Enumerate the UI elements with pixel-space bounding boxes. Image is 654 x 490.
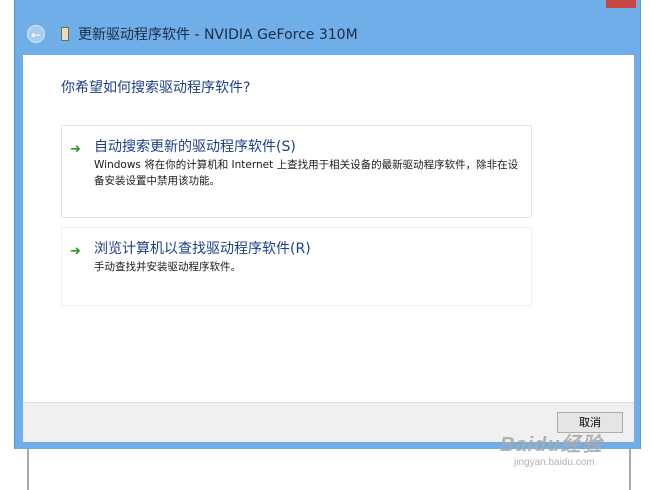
update-driver-dialog: ← 更新驱动程序软件 - NVIDIA GeForce 310M 你希望如何搜索… — [14, 0, 641, 449]
back-arrow-icon[interactable]: ← — [27, 25, 45, 43]
option-auto-search[interactable]: ➜ 自动搜索更新的驱动程序软件(S) Windows 将在你的计算机和 Inte… — [61, 125, 532, 218]
option-description: 手动查找并安装驱动程序软件。 — [94, 261, 241, 273]
watermark-url: jingyan.baidu.com — [514, 457, 595, 468]
close-button[interactable] — [606, 0, 636, 8]
option-title: 浏览计算机以查找驱动程序软件(R) — [94, 241, 311, 257]
baidu-watermark: Baidu经验 jingyan.baidu.com — [500, 428, 603, 468]
option-title: 自动搜索更新的驱动程序软件(S) — [94, 139, 296, 155]
page-question: 你希望如何搜索驱动程序软件? — [61, 80, 251, 96]
green-arrow-icon: ➜ — [70, 244, 81, 259]
watermark-brand: Baidu经验 — [500, 434, 603, 456]
option-description: Windows 将在你的计算机和 Internet 上查找用于相关设备的最新驱动… — [94, 159, 519, 187]
option-browse-computer[interactable]: ➜ 浏览计算机以查找驱动程序软件(R) 手动查找并安装驱动程序软件。 — [61, 227, 532, 306]
green-arrow-icon: ➜ — [70, 142, 81, 157]
window-title: 更新驱动程序软件 - NVIDIA GeForce 310M — [78, 27, 358, 43]
dialog-content: 你希望如何搜索驱动程序软件? ➜ 自动搜索更新的驱动程序软件(S) Window… — [23, 55, 634, 402]
device-icon — [61, 27, 69, 41]
